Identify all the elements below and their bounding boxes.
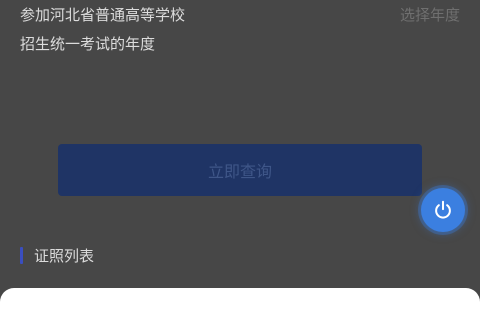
exam-year-field[interactable]: 参加河北省普通高等学校 招生统一考试的年度 选择年度 [0, 0, 480, 70]
exam-year-label-line2: 招生统一考试的年度 [20, 35, 156, 53]
floating-power-button[interactable] [421, 188, 465, 232]
section-accent-bar [20, 247, 23, 264]
query-button[interactable]: 立即查询 [58, 144, 422, 196]
bottom-sheet [0, 288, 480, 318]
exam-year-label-line1: 参加河北省普通高等学校 [20, 6, 186, 24]
power-icon [435, 200, 451, 219]
section-title: 证照列表 [34, 247, 95, 265]
year-select-placeholder[interactable]: 选择年度 [400, 4, 460, 25]
